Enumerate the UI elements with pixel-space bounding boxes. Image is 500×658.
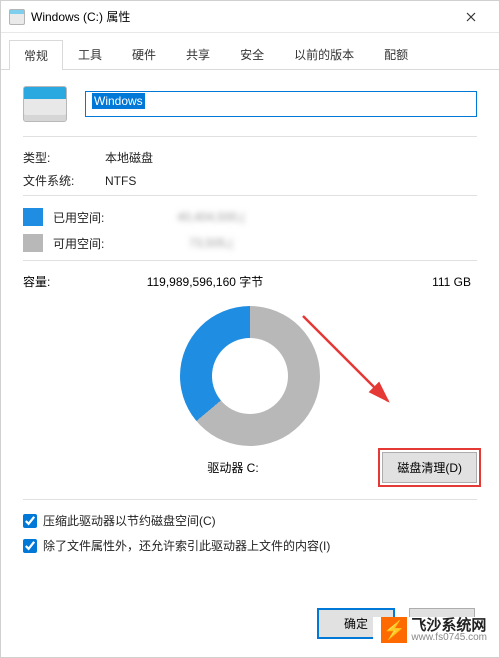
filesystem-label: 文件系统: [23, 172, 105, 189]
tab-sharing[interactable]: 共享 [171, 39, 225, 69]
separator [23, 195, 477, 196]
compress-checkbox[interactable] [23, 514, 37, 528]
tab-previous[interactable]: 以前的版本 [279, 39, 369, 69]
drive-letter-label: 驱动器 C: [143, 459, 323, 476]
tab-hardware[interactable]: 硬件 [117, 39, 171, 69]
drive-name-value: Windows [92, 93, 145, 109]
capacity-gb: 111 GB [305, 275, 477, 289]
watermark-name: 飞沙系统网 [411, 618, 487, 633]
capacity-label: 容量: [23, 273, 105, 290]
drive-large-icon [23, 86, 67, 122]
tab-security[interactable]: 安全 [225, 39, 279, 69]
capacity-bytes: 119,989,596,160 字节 [105, 273, 305, 290]
drive-icon [9, 9, 25, 25]
free-space-bytes: 73,505,( [121, 236, 301, 250]
usage-donut-chart [180, 306, 320, 446]
watermark: ⚡ 飞沙系统网 www.fs0745.com [373, 617, 487, 643]
close-button[interactable] [451, 3, 491, 31]
index-label: 除了文件属性外，还允许索引此驱动器上文件的内容(I) [43, 537, 330, 554]
used-space-label: 已用空间: [53, 209, 121, 226]
watermark-url: www.fs0745.com [411, 633, 487, 643]
drive-name-input[interactable]: Windows [85, 91, 477, 117]
tab-general[interactable]: 常规 [9, 40, 63, 70]
used-space-swatch [23, 208, 43, 226]
used-space-bytes: 40,404,500,( [121, 210, 301, 224]
separator [23, 260, 477, 261]
type-label: 类型: [23, 149, 105, 166]
index-checkbox[interactable] [23, 539, 37, 553]
compress-checkbox-row[interactable]: 压缩此驱动器以节约磁盘空间(C) [23, 512, 477, 529]
free-space-label: 可用空间: [53, 235, 121, 252]
separator [23, 499, 477, 500]
tab-quota[interactable]: 配额 [369, 39, 423, 69]
tab-tools[interactable]: 工具 [63, 39, 117, 69]
disk-cleanup-button[interactable]: 磁盘清理(D) [382, 452, 477, 483]
filesystem-value: NTFS [105, 174, 477, 188]
index-checkbox-row[interactable]: 除了文件属性外，还允许索引此驱动器上文件的内容(I) [23, 537, 477, 554]
type-value: 本地磁盘 [105, 149, 477, 166]
tab-content: Windows 类型: 本地磁盘 文件系统: NTFS 已用空间: 40,404… [1, 70, 499, 572]
watermark-logo: ⚡ [381, 617, 407, 643]
window-title: Windows (C:) 属性 [31, 8, 451, 25]
separator [23, 136, 477, 137]
free-space-swatch [23, 234, 43, 252]
compress-label: 压缩此驱动器以节约磁盘空间(C) [43, 512, 216, 529]
titlebar: Windows (C:) 属性 [1, 1, 499, 33]
tab-strip: 常规 工具 硬件 共享 安全 以前的版本 配额 [1, 33, 499, 70]
